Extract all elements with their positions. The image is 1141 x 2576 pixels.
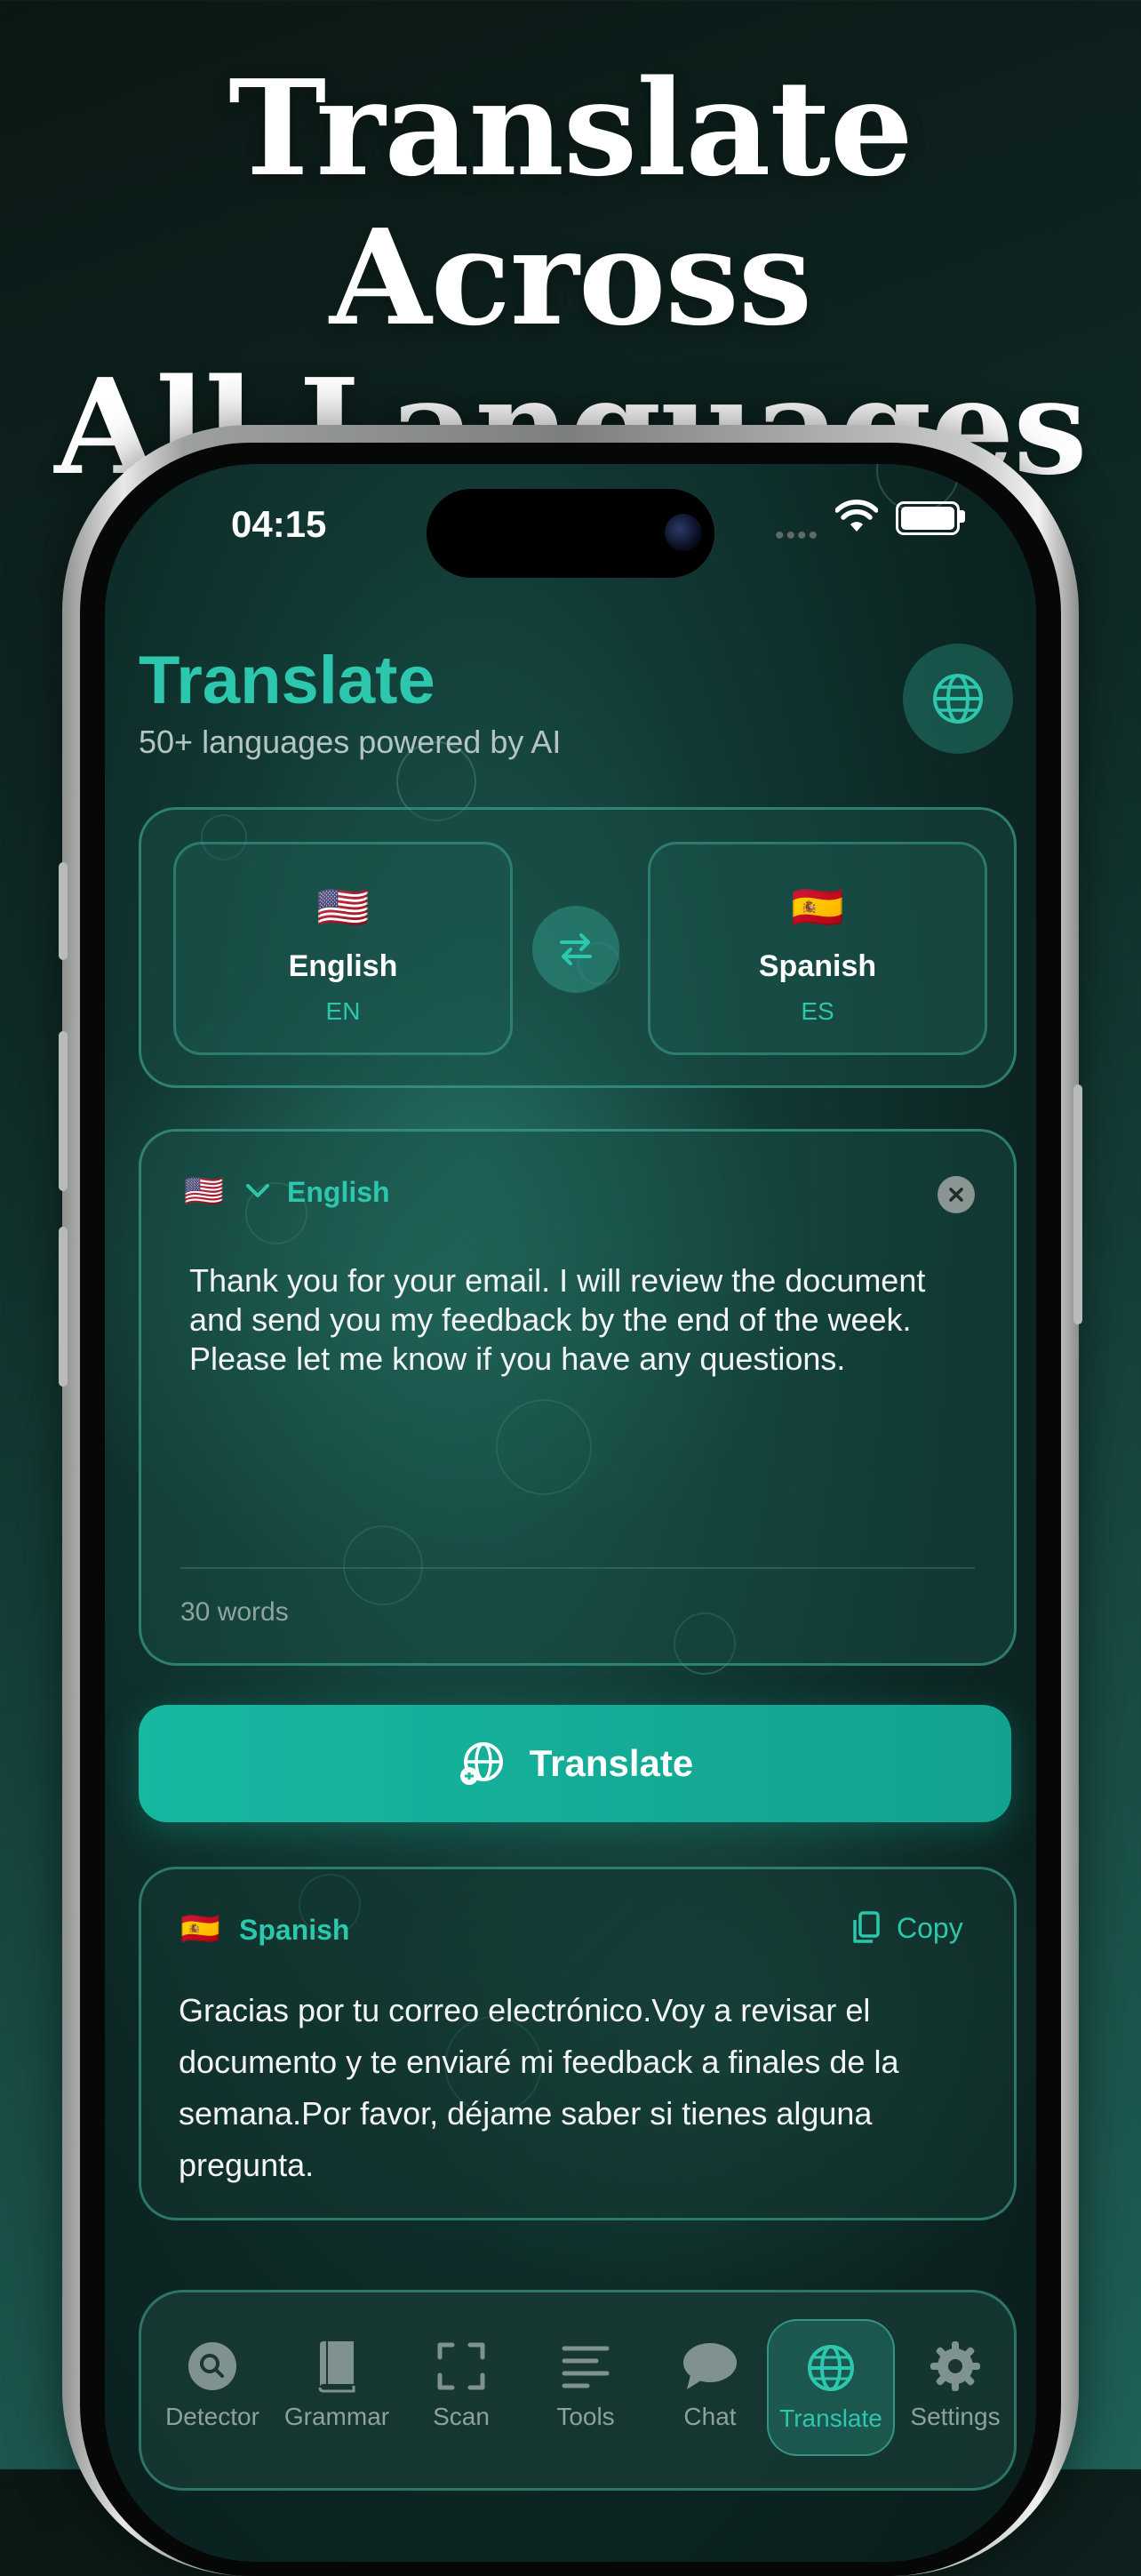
chevron-down-icon[interactable]: [243, 1178, 273, 1204]
spain-flag-icon: 🇪🇸: [791, 884, 844, 932]
us-flag-icon: 🇺🇸: [316, 884, 370, 932]
translated-text: Gracias por tu correo electrónico.Voy a …: [179, 1992, 899, 2183]
gear-icon: [930, 2341, 980, 2391]
target-language-code: ES: [801, 997, 834, 1025]
spain-flag-icon: 🇪🇸: [180, 1910, 220, 1947]
cellular-signal-icon: ••••: [775, 521, 820, 550]
translate-globe-icon: [459, 1742, 503, 1785]
input-language-dropdown[interactable]: English: [287, 1176, 390, 1209]
swap-arrows-icon: [560, 933, 592, 965]
tab-label: Settings: [910, 2403, 1001, 2430]
word-count: 30 words: [180, 1597, 289, 1627]
phone-power-button: [1073, 1084, 1082, 1324]
swap-languages-button[interactable]: [532, 906, 619, 993]
headline-line-1: Translate Across: [228, 51, 914, 355]
scan-icon: [437, 2342, 485, 2390]
copy-label: Copy: [897, 1911, 963, 1944]
status-time: 04:15: [231, 503, 327, 545]
tab-label: Scan: [433, 2403, 490, 2430]
language-selector-card: 🇺🇸 English EN 🇪🇸 Spanish ES: [139, 807, 1017, 1088]
us-flag-icon: 🇺🇸: [184, 1172, 224, 1209]
camera-icon: [665, 514, 702, 551]
globe-icon: [808, 2345, 854, 2391]
tab-label: Tools: [556, 2403, 615, 2430]
tab-settings[interactable]: Settings: [893, 2337, 1017, 2431]
tab-label: Detector: [165, 2403, 259, 2430]
dynamic-island: [427, 489, 714, 578]
tab-label: Grammar: [283, 2403, 390, 2430]
source-text-card: 🇺🇸 English Thank you for your email. I w…: [139, 1129, 1017, 1666]
close-icon: [949, 1188, 963, 1202]
page-title: Translate: [139, 643, 435, 718]
battery-tip: [960, 510, 965, 523]
phone-mute-switch: [59, 862, 68, 960]
language-globe-button[interactable]: [903, 644, 1013, 754]
copy-button[interactable]: Copy: [850, 1910, 963, 1946]
chat-bubble-icon: [683, 2343, 737, 2389]
copy-icon: [853, 1911, 880, 1943]
tab-translate[interactable]: Translate: [767, 2319, 895, 2456]
output-language-label: Spanish: [239, 1914, 350, 1946]
tab-detector[interactable]: Detector: [150, 2337, 275, 2431]
tab-label: Chat: [683, 2403, 737, 2430]
search-icon: [188, 2342, 236, 2390]
phone-screen: 04:15 •••• Translate 50+ languages power…: [105, 464, 1036, 2562]
tab-grammar[interactable]: Grammar: [275, 2337, 399, 2431]
target-language-name: Spanish: [758, 949, 877, 983]
phone-volume-down: [59, 1227, 68, 1387]
tab-chat[interactable]: Chat: [648, 2337, 772, 2431]
source-language-code: EN: [325, 997, 361, 1025]
divider: [180, 1567, 975, 1569]
page-subtitle: 50+ languages powered by AI: [139, 724, 562, 760]
phone-volume-up: [59, 1031, 68, 1191]
tab-tools[interactable]: Tools: [523, 2337, 648, 2431]
translate-button[interactable]: Translate: [139, 1705, 1011, 1822]
lines-icon: [562, 2346, 610, 2388]
tab-label: Translate: [779, 2404, 882, 2432]
wifi-icon: [835, 500, 878, 532]
translate-button-label: Translate: [529, 1742, 694, 1784]
source-text-input[interactable]: Thank you for your email. I will review …: [189, 1261, 971, 1379]
translation-result-card: 🇪🇸 Spanish Copy Gracias por tu correo el…: [139, 1867, 1017, 2220]
clear-text-button[interactable]: [938, 1176, 975, 1213]
globe-icon: [933, 674, 983, 724]
book-icon: [318, 2341, 355, 2393]
battery-icon: [896, 501, 960, 535]
tab-scan[interactable]: Scan: [399, 2337, 523, 2431]
source-language-name: English: [288, 949, 398, 983]
source-language-tile[interactable]: 🇺🇸 English EN: [173, 842, 513, 1055]
target-language-tile[interactable]: 🇪🇸 Spanish ES: [648, 842, 987, 1055]
bottom-tab-bar: Detector Grammar Scan Tools Chat Transla…: [139, 2290, 1017, 2491]
